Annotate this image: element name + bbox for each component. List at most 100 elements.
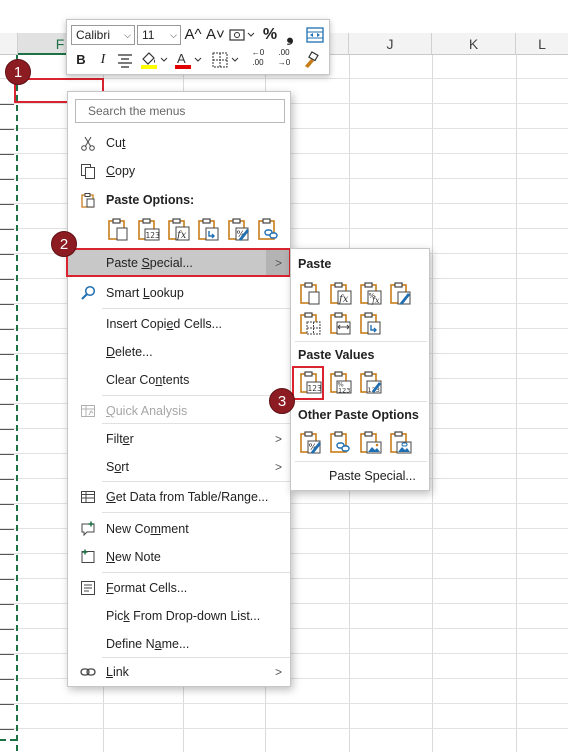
row-edge-line: [0, 379, 14, 380]
menu-item-quick-analysis: Quick Analysis: [68, 398, 290, 424]
highlight-paste-values: [292, 366, 324, 400]
row-edge-line: [0, 654, 14, 655]
increase-decimal-icon: ←0: [251, 48, 265, 57]
scissors-icon: [81, 136, 95, 151]
mini-toolbar: Calibri ⌵ 11 ⌵ A^ A˅ % ❟ B I A ←0 .00 .0…: [66, 19, 330, 75]
paste-transpose-icon[interactable]: [358, 311, 382, 335]
row-edge-line: [0, 104, 14, 105]
shrink-font-button[interactable]: A˅: [206, 25, 225, 45]
row-edge-line: [0, 579, 14, 580]
menu-item-format-cells[interactable]: Format Cells...: [68, 575, 290, 601]
menu-item-link[interactable]: Link >: [68, 659, 290, 685]
menu-item-pick-from-dropdown[interactable]: Pick From Drop-down List...: [68, 603, 290, 629]
percent-style-button[interactable]: %: [261, 25, 279, 45]
bold-button[interactable]: B: [73, 50, 89, 70]
submenu-paste-special-link[interactable]: Paste Special...: [329, 469, 416, 483]
paste-column-widths-icon[interactable]: [328, 311, 352, 335]
font-color-button[interactable]: A: [173, 50, 203, 70]
svg-text:123: 123: [146, 231, 161, 240]
paste-formulas-number-icon[interactable]: % fx: [358, 281, 382, 305]
paste-link-icon[interactable]: [256, 217, 280, 241]
format-painter-button[interactable]: [299, 50, 319, 70]
paste-values-source-format-icon[interactable]: 123: [358, 370, 382, 394]
menu-separator: [102, 481, 290, 482]
column-header-l[interactable]: L: [516, 33, 568, 55]
row-edge-line: [0, 604, 14, 605]
row-edge-line: [0, 254, 14, 255]
menu-item-new-comment[interactable]: New Comment: [68, 516, 290, 542]
paste-no-borders-icon[interactable]: [298, 311, 322, 335]
quick-analysis-icon: [81, 405, 95, 417]
paste-link-icon[interactable]: [328, 430, 352, 454]
column-header-j[interactable]: J: [349, 33, 432, 55]
paste-formulas-icon[interactable]: fx: [166, 217, 190, 241]
new-note-icon: [81, 549, 95, 563]
decrease-decimal-button[interactable]: .00 →0: [273, 48, 295, 68]
borders-button[interactable]: [211, 50, 241, 70]
paste-values-number-format-icon[interactable]: % 123: [328, 370, 352, 395]
paste-icon[interactable]: [298, 281, 322, 305]
menu-item-filter[interactable]: Filter >: [68, 426, 290, 452]
borders-icon: [212, 52, 239, 68]
menu-item-copy[interactable]: Copy: [68, 158, 290, 184]
percent-icon: %: [262, 26, 278, 43]
row-edge-line: [0, 679, 14, 680]
grid-line: [0, 728, 568, 729]
row-edge-line: [0, 729, 14, 730]
fill-color-button[interactable]: [139, 50, 169, 70]
comma-icon: ❟: [286, 25, 294, 45]
menu-item-insert-copied-cells[interactable]: Insert Copied Cells...: [68, 311, 290, 337]
menu-label-link: Link: [106, 665, 129, 679]
menu-label-insert-copied-cells: Insert Copied Cells...: [106, 317, 223, 331]
menu-item-delete[interactable]: Delete...: [68, 339, 290, 365]
italic-button[interactable]: I: [95, 50, 111, 70]
menu-label-new-comment: New Comment: [106, 522, 189, 536]
font-name-box[interactable]: Calibri ⌵: [71, 25, 135, 45]
menu-item-define-name[interactable]: Define Name...: [68, 631, 290, 657]
comma-style-button[interactable]: ❟: [283, 25, 297, 45]
font-size-box[interactable]: 11 ⌵: [137, 25, 181, 45]
menu-item-get-data[interactable]: Get Data from Table/Range...: [68, 484, 290, 510]
copy-icon: [81, 164, 95, 179]
search-menus-input[interactable]: Search the menus: [75, 99, 285, 123]
submenu-title-paste: Paste: [298, 257, 332, 271]
row-edge-line: [0, 454, 14, 455]
accounting-format-button[interactable]: [227, 25, 255, 45]
paste-linked-picture-icon[interactable]: [388, 430, 412, 454]
font-color-icon: A: [175, 51, 202, 69]
paste-transpose-icon[interactable]: [196, 217, 220, 241]
menu-separator: [102, 572, 290, 573]
format-painter-icon: [305, 51, 319, 68]
menu-label-pick-from-dropdown: Pick From Drop-down List...: [106, 609, 261, 623]
menu-item-cut[interactable]: Cut: [68, 130, 290, 156]
menu-item-sort[interactable]: Sort >: [68, 454, 290, 480]
copy-marquee: [16, 55, 18, 752]
paste-picture-icon[interactable]: [358, 430, 382, 454]
menu-item-smart-lookup[interactable]: Smart Lookup: [68, 280, 290, 306]
paste-formulas-icon[interactable]: fx: [328, 281, 352, 305]
paste-keep-source-icon[interactable]: [388, 281, 412, 305]
menu-separator: [102, 308, 290, 309]
menu-separator: [102, 657, 290, 658]
paste-formatting-icon[interactable]: %: [298, 430, 322, 454]
menu-item-new-note[interactable]: New Note: [68, 544, 290, 570]
paste-values-icon[interactable]: 123: [136, 217, 160, 241]
paste-formatting-icon[interactable]: %: [226, 217, 250, 241]
menu-label-define-name: Define Name...: [106, 637, 190, 651]
increase-decimal-button[interactable]: ←0 .00: [247, 48, 269, 68]
paste-options-title: Paste Options:: [106, 193, 195, 207]
font-size-value: 11: [142, 28, 155, 42]
row-edge-line: [0, 179, 14, 180]
menu-label-new-note: New Note: [106, 550, 161, 564]
menu-item-clear-contents[interactable]: Clear Contents: [68, 367, 290, 393]
menu-label-sort: Sort: [106, 460, 129, 474]
merge-center-button[interactable]: [305, 25, 325, 45]
grow-font-button[interactable]: A^: [184, 25, 202, 45]
row-edge-line: [0, 329, 14, 330]
row-edge-line: [0, 279, 14, 280]
paste-options-header: Paste Options:: [68, 187, 290, 213]
align-center-icon: [118, 54, 132, 68]
column-header-k[interactable]: K: [432, 33, 516, 55]
paste-icon[interactable]: [106, 217, 130, 241]
align-center-button[interactable]: [116, 50, 134, 70]
